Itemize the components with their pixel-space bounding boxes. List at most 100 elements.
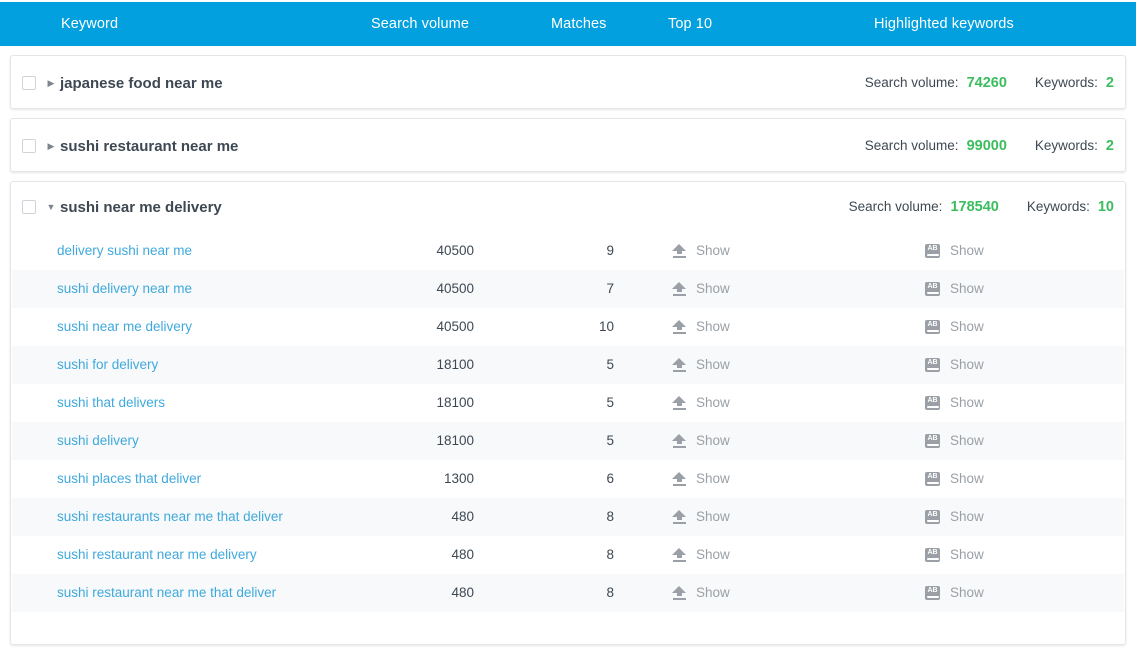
highlighted-keywords-show-button[interactable]: AB Show bbox=[925, 308, 984, 346]
highlighted-keywords-show-label: Show bbox=[950, 357, 984, 373]
top-10-show-button[interactable]: Show bbox=[672, 498, 730, 536]
top-10-show-button[interactable]: Show bbox=[672, 346, 730, 384]
column-header-top-10[interactable]: Top 10 bbox=[668, 2, 712, 46]
group-select-checkbox[interactable] bbox=[22, 76, 36, 90]
search-volume-cell: 40500 bbox=[436, 243, 474, 258]
column-header-keyword[interactable]: Keyword bbox=[61, 2, 118, 46]
keyword-group-header[interactable]: ▶ japanese food near me Search volume: 7426… bbox=[11, 56, 1125, 110]
keywords-count-stat: Keywords: 10 bbox=[1027, 199, 1114, 215]
ab-text-icon: AB bbox=[925, 510, 940, 524]
highlighted-keywords-cell: AB Show bbox=[925, 308, 984, 346]
top-10-show-button[interactable]: Show bbox=[672, 232, 730, 270]
ab-text-icon: AB bbox=[925, 244, 940, 258]
matches-cell: 6 bbox=[606, 471, 614, 486]
chevron-right-icon[interactable]: ▶ bbox=[43, 78, 59, 88]
ab-icon-text: AB bbox=[927, 548, 938, 556]
keywords-count-stat: Keywords: 2 bbox=[1035, 138, 1114, 154]
ab-icon-text: AB bbox=[927, 358, 938, 366]
keyword-link[interactable]: sushi restaurants near me that deliver bbox=[57, 498, 283, 536]
highlighted-keywords-cell: AB Show bbox=[925, 460, 984, 498]
upload-arrow-icon bbox=[672, 319, 686, 335]
ab-icon-text: AB bbox=[927, 396, 938, 404]
keyword-link[interactable]: sushi for delivery bbox=[57, 346, 158, 384]
highlighted-keywords-show-button[interactable]: AB Show bbox=[925, 498, 984, 536]
highlighted-keywords-show-button[interactable]: AB Show bbox=[925, 346, 984, 384]
keyword-grouping-table: Keyword Search volume Matches Top 10 Hig… bbox=[0, 2, 1136, 667]
ab-text-icon: AB bbox=[925, 320, 940, 334]
keyword-link[interactable]: sushi places that deliver bbox=[57, 460, 201, 498]
upload-arrow-icon bbox=[672, 509, 686, 525]
keyword-link[interactable]: sushi that delivers bbox=[57, 384, 165, 422]
top-10-cell: Show bbox=[672, 498, 730, 536]
matches-cell: 7 bbox=[606, 281, 614, 296]
column-header-search-volume[interactable]: Search volume bbox=[371, 2, 469, 46]
ab-text-icon: AB bbox=[925, 282, 940, 296]
column-header-highlighted-keywords[interactable]: Highlighted keywords bbox=[874, 2, 1014, 46]
highlighted-keywords-show-button[interactable]: AB Show bbox=[925, 536, 984, 574]
upload-arrow-icon bbox=[672, 471, 686, 487]
top-10-show-button[interactable]: Show bbox=[672, 574, 730, 612]
chevron-right-icon[interactable]: ▶ bbox=[43, 141, 59, 151]
ab-icon-text: AB bbox=[927, 510, 938, 518]
keywords-count-value: 10 bbox=[1097, 199, 1114, 215]
top-10-show-button[interactable]: Show bbox=[672, 270, 730, 308]
matches-cell: 5 bbox=[606, 433, 614, 448]
group-header-left: ▶ japanese food near me bbox=[22, 56, 223, 110]
table-row: sushi for delivery 18100 5 Show AB Show bbox=[12, 346, 1124, 384]
keyword-link[interactable]: delivery sushi near me bbox=[57, 232, 192, 270]
column-header-matches[interactable]: Matches bbox=[551, 2, 607, 46]
keyword-link[interactable]: sushi delivery near me bbox=[57, 270, 192, 308]
top-10-cell: Show bbox=[672, 460, 730, 498]
keywords-count-label: Keywords: bbox=[1034, 75, 1098, 90]
top-10-cell: Show bbox=[672, 232, 730, 270]
search-volume-cell: 18100 bbox=[436, 357, 474, 372]
group-select-checkbox[interactable] bbox=[22, 200, 36, 214]
top-10-show-button[interactable]: Show bbox=[672, 384, 730, 422]
ab-icon-text: AB bbox=[927, 434, 938, 442]
highlighted-keywords-show-button[interactable]: AB Show bbox=[925, 232, 984, 270]
table-row: sushi near me delivery 40500 10 Show AB Show bbox=[12, 308, 1124, 346]
table-row: sushi delivery 18100 5 Show AB Show bbox=[12, 422, 1124, 460]
highlighted-keywords-cell: AB Show bbox=[925, 574, 984, 612]
group-title: sushi near me delivery bbox=[60, 198, 222, 216]
keyword-group-header[interactable]: ▼ sushi near me delivery Search volume: 178… bbox=[11, 182, 1125, 232]
highlighted-keywords-show-button[interactable]: AB Show bbox=[925, 270, 984, 308]
ab-icon-underline bbox=[926, 367, 939, 370]
group-header-left: ▶ sushi restaurant near me bbox=[22, 119, 238, 173]
keyword-group-header[interactable]: ▶ sushi restaurant near me Search volume: 9… bbox=[11, 119, 1125, 173]
search-volume-label: Search volume: bbox=[864, 138, 959, 153]
ab-icon-underline bbox=[926, 519, 939, 522]
keyword-link[interactable]: sushi delivery bbox=[57, 422, 139, 460]
search-volume-stat: Search volume: 99000 bbox=[865, 138, 1007, 154]
group-select-checkbox[interactable] bbox=[22, 139, 36, 153]
matches-cell: 9 bbox=[606, 243, 614, 258]
top-10-show-button[interactable]: Show bbox=[672, 536, 730, 574]
top-10-show-button[interactable]: Show bbox=[672, 460, 730, 498]
keyword-link[interactable]: sushi near me delivery bbox=[57, 308, 192, 346]
keyword-link[interactable]: sushi restaurant near me delivery bbox=[57, 536, 257, 574]
highlighted-keywords-show-button[interactable]: AB Show bbox=[925, 384, 984, 422]
ab-text-icon: AB bbox=[925, 434, 940, 448]
highlighted-keywords-show-button[interactable]: AB Show bbox=[925, 460, 984, 498]
chevron-down-icon[interactable]: ▼ bbox=[43, 202, 59, 212]
matches-cell: 8 bbox=[606, 585, 614, 600]
highlighted-keywords-cell: AB Show bbox=[925, 346, 984, 384]
top-10-show-button[interactable]: Show bbox=[672, 308, 730, 346]
group-header-left: ▼ sushi near me delivery bbox=[22, 182, 222, 232]
top-10-show-label: Show bbox=[696, 395, 730, 411]
upload-arrow-icon bbox=[672, 395, 686, 411]
ab-icon-underline bbox=[926, 595, 939, 598]
table-row: sushi restaurant near me that deliver 480… bbox=[12, 574, 1124, 612]
top-10-show-button[interactable]: Show bbox=[672, 422, 730, 460]
ab-text-icon: AB bbox=[925, 548, 940, 562]
keyword-link[interactable]: sushi restaurant near me that deliver bbox=[57, 574, 276, 612]
highlighted-keywords-cell: AB Show bbox=[925, 270, 984, 308]
matches-cell: 5 bbox=[606, 357, 614, 372]
top-10-show-label: Show bbox=[696, 547, 730, 563]
highlighted-keywords-show-label: Show bbox=[950, 281, 984, 297]
highlighted-keywords-show-button[interactable]: AB Show bbox=[925, 422, 984, 460]
highlighted-keywords-cell: AB Show bbox=[925, 422, 984, 460]
highlighted-keywords-show-button[interactable]: AB Show bbox=[925, 574, 984, 612]
top-10-show-label: Show bbox=[696, 471, 730, 487]
highlighted-keywords-show-label: Show bbox=[950, 319, 984, 335]
